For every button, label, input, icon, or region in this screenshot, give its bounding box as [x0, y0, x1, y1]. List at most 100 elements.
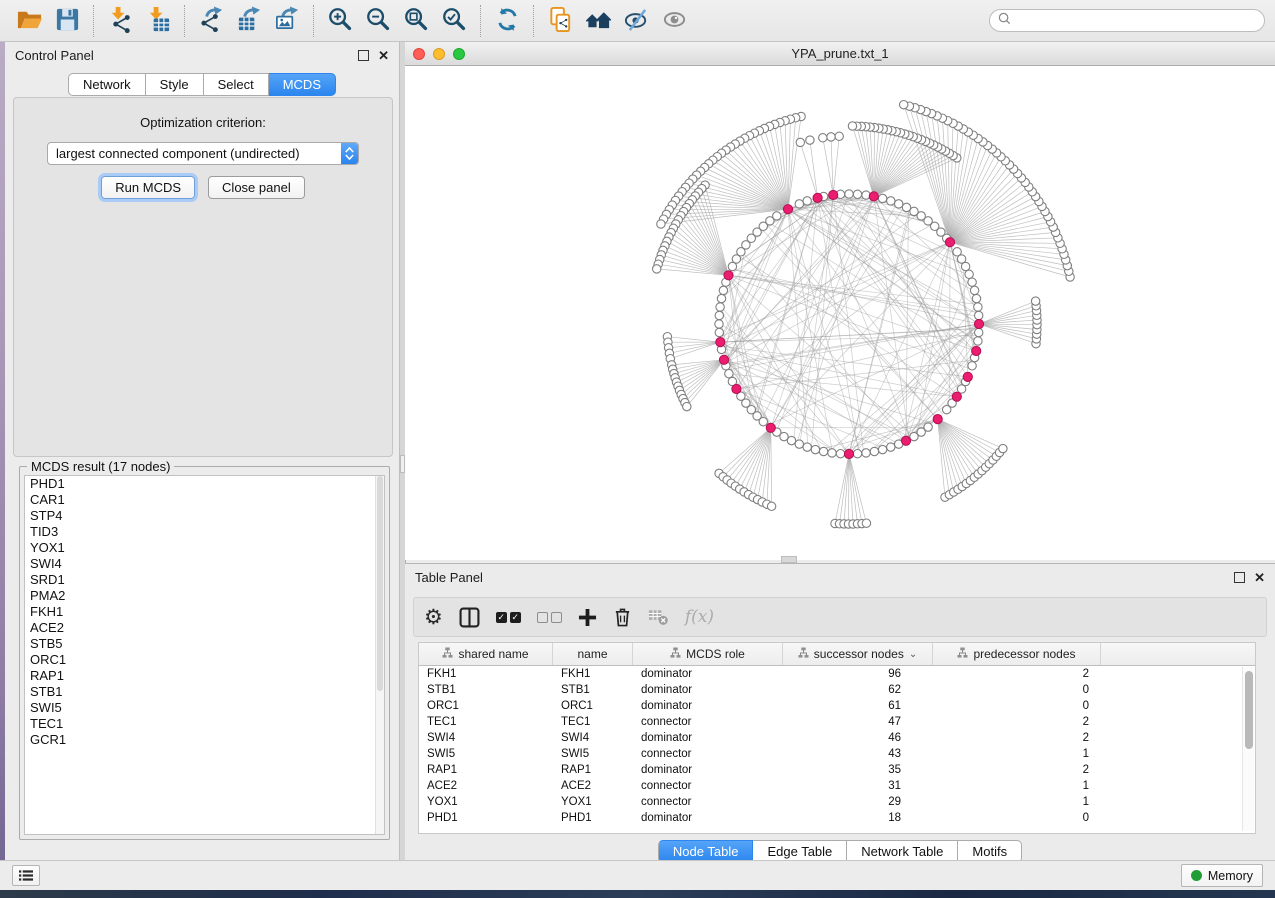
float-panel-icon[interactable] — [358, 50, 369, 61]
table-cell: ORC1 — [419, 700, 553, 712]
column-label: predecessor nodes — [973, 647, 1075, 661]
table-row[interactable]: ORC1ORC1dominator610 — [419, 698, 1255, 714]
list-item[interactable]: TID3 — [25, 524, 384, 540]
dropdown-value: largest connected component (undirected) — [48, 146, 341, 161]
column-header-name[interactable]: name — [553, 643, 633, 665]
add-row-button[interactable] — [578, 604, 597, 630]
search-input[interactable] — [1016, 13, 1256, 29]
export-network-button[interactable] — [192, 3, 230, 39]
list-item[interactable]: GCR1 — [25, 732, 384, 748]
table-scrollbar-thumb[interactable] — [1245, 671, 1253, 749]
table-row[interactable]: YOX1YOX1connector291 — [419, 794, 1255, 810]
table-cell: 46 — [783, 732, 933, 744]
table-cell: TEC1 — [419, 716, 553, 728]
list-item[interactable]: SRD1 — [25, 572, 384, 588]
list-item[interactable]: SWI4 — [25, 556, 384, 572]
export-table-button[interactable] — [230, 3, 268, 39]
mcds-list-scrollbar[interactable] — [375, 476, 384, 834]
table-row[interactable]: PHD1PHD1dominator180 — [419, 810, 1255, 826]
tab-select[interactable]: Select — [204, 73, 269, 96]
task-history-button[interactable] — [12, 865, 40, 886]
list-item[interactable]: PMA2 — [25, 588, 384, 604]
table-row[interactable]: SWI4SWI4dominator462 — [419, 730, 1255, 746]
list-item[interactable]: STB1 — [25, 684, 384, 700]
clone-network-button[interactable] — [541, 3, 579, 39]
column-header-MCDS-role[interactable]: MCDS role — [633, 643, 783, 665]
table-cell: 62 — [783, 684, 933, 696]
import-network-button[interactable] — [101, 3, 139, 39]
search-box[interactable] — [989, 9, 1265, 32]
column-header-predecessor-nodes[interactable]: predecessor nodes — [933, 643, 1101, 665]
list-item[interactable]: ACE2 — [25, 620, 384, 636]
table-row[interactable]: ACE2ACE2connector311 — [419, 778, 1255, 794]
refresh-button[interactable] — [488, 3, 526, 39]
import-network-icon — [107, 6, 134, 36]
function-builder-button[interactable]: f(x) — [685, 604, 714, 630]
list-item[interactable]: RAP1 — [25, 668, 384, 684]
table-row[interactable]: FKH1FKH1dominator962 — [419, 666, 1255, 682]
table-row[interactable]: SWI5SWI5connector431 — [419, 746, 1255, 762]
show-panels-icon — [661, 6, 688, 36]
save-button[interactable] — [48, 3, 86, 39]
hide-panels-button[interactable] — [617, 3, 655, 39]
delete-row-button[interactable] — [613, 604, 632, 630]
toolbar-group — [488, 3, 526, 39]
zoom-in-icon — [327, 6, 354, 36]
mcds-result-groupbox: MCDS result (17 nodes) PHD1CAR1STP4TID3Y… — [19, 466, 390, 840]
tree-icon — [442, 647, 453, 661]
table-cell: dominator — [633, 684, 783, 696]
delete-table-button[interactable] — [648, 604, 669, 630]
export-image-button[interactable] — [268, 3, 306, 39]
float-table-panel-icon[interactable] — [1234, 572, 1245, 583]
table-scrollbar[interactable] — [1242, 667, 1254, 831]
zoom-selected-button[interactable] — [435, 3, 473, 39]
list-item[interactable]: YOX1 — [25, 540, 384, 556]
table-row[interactable]: STB1STB1dominator620 — [419, 682, 1255, 698]
import-table-button[interactable] — [139, 3, 177, 39]
zoom-in-button[interactable] — [321, 3, 359, 39]
tab-mcds[interactable]: MCDS — [269, 73, 336, 96]
zoom-fit-button[interactable] — [397, 3, 435, 39]
close-table-panel-icon[interactable]: ✕ — [1254, 571, 1265, 584]
folder-open-button[interactable] — [10, 3, 48, 39]
list-item[interactable]: ORC1 — [25, 652, 384, 668]
control-panel-header: Control Panel ✕ — [5, 42, 399, 69]
tab-network[interactable]: Network — [68, 73, 146, 96]
deselect-all-button[interactable] — [537, 604, 562, 630]
list-item[interactable]: STB5 — [25, 636, 384, 652]
list-item[interactable]: CAR1 — [25, 492, 384, 508]
horizontal-splitter-grip[interactable] — [781, 556, 797, 563]
dropdown-stepper-icon — [341, 143, 358, 164]
close-panel-button[interactable]: Close panel — [208, 176, 305, 199]
list-item[interactable]: TEC1 — [25, 716, 384, 732]
optimization-criterion-label: Optimization criterion: — [14, 115, 392, 130]
show-panels-button[interactable] — [655, 3, 693, 39]
close-panel-icon[interactable]: ✕ — [378, 49, 389, 62]
toolbar-separator — [93, 5, 94, 37]
optimization-criterion-dropdown[interactable]: largest connected component (undirected) — [47, 142, 359, 165]
table-cell: 0 — [933, 812, 1101, 824]
memory-button[interactable]: Memory — [1181, 864, 1263, 887]
list-item[interactable]: STP4 — [25, 508, 384, 524]
table-cell: dominator — [633, 668, 783, 680]
list-item[interactable]: PHD1 — [25, 476, 384, 492]
table-row[interactable]: RAP1RAP1dominator352 — [419, 762, 1255, 778]
table-row[interactable]: TEC1TEC1connector472 — [419, 714, 1255, 730]
split-columns-button[interactable] — [459, 604, 480, 630]
settings-button[interactable]: ⚙ — [424, 604, 443, 630]
list-item[interactable]: SWI5 — [25, 700, 384, 716]
network-graph[interactable] — [405, 66, 1273, 560]
table-cell: SWI5 — [419, 748, 553, 760]
column-header-successor-nodes[interactable]: successor nodes⌄ — [783, 643, 933, 665]
houses-button[interactable] — [579, 3, 617, 39]
toolbar-group — [101, 3, 177, 39]
zoom-out-button[interactable] — [359, 3, 397, 39]
toolbar-group — [321, 3, 473, 39]
network-canvas[interactable] — [405, 66, 1275, 560]
column-header-shared-name[interactable]: shared name — [419, 643, 553, 665]
run-mcds-button[interactable]: Run MCDS — [101, 176, 195, 199]
table-cell: connector — [633, 780, 783, 792]
list-item[interactable]: FKH1 — [25, 604, 384, 620]
tab-style[interactable]: Style — [146, 73, 204, 96]
select-all-button[interactable]: ✓✓ — [496, 604, 521, 630]
